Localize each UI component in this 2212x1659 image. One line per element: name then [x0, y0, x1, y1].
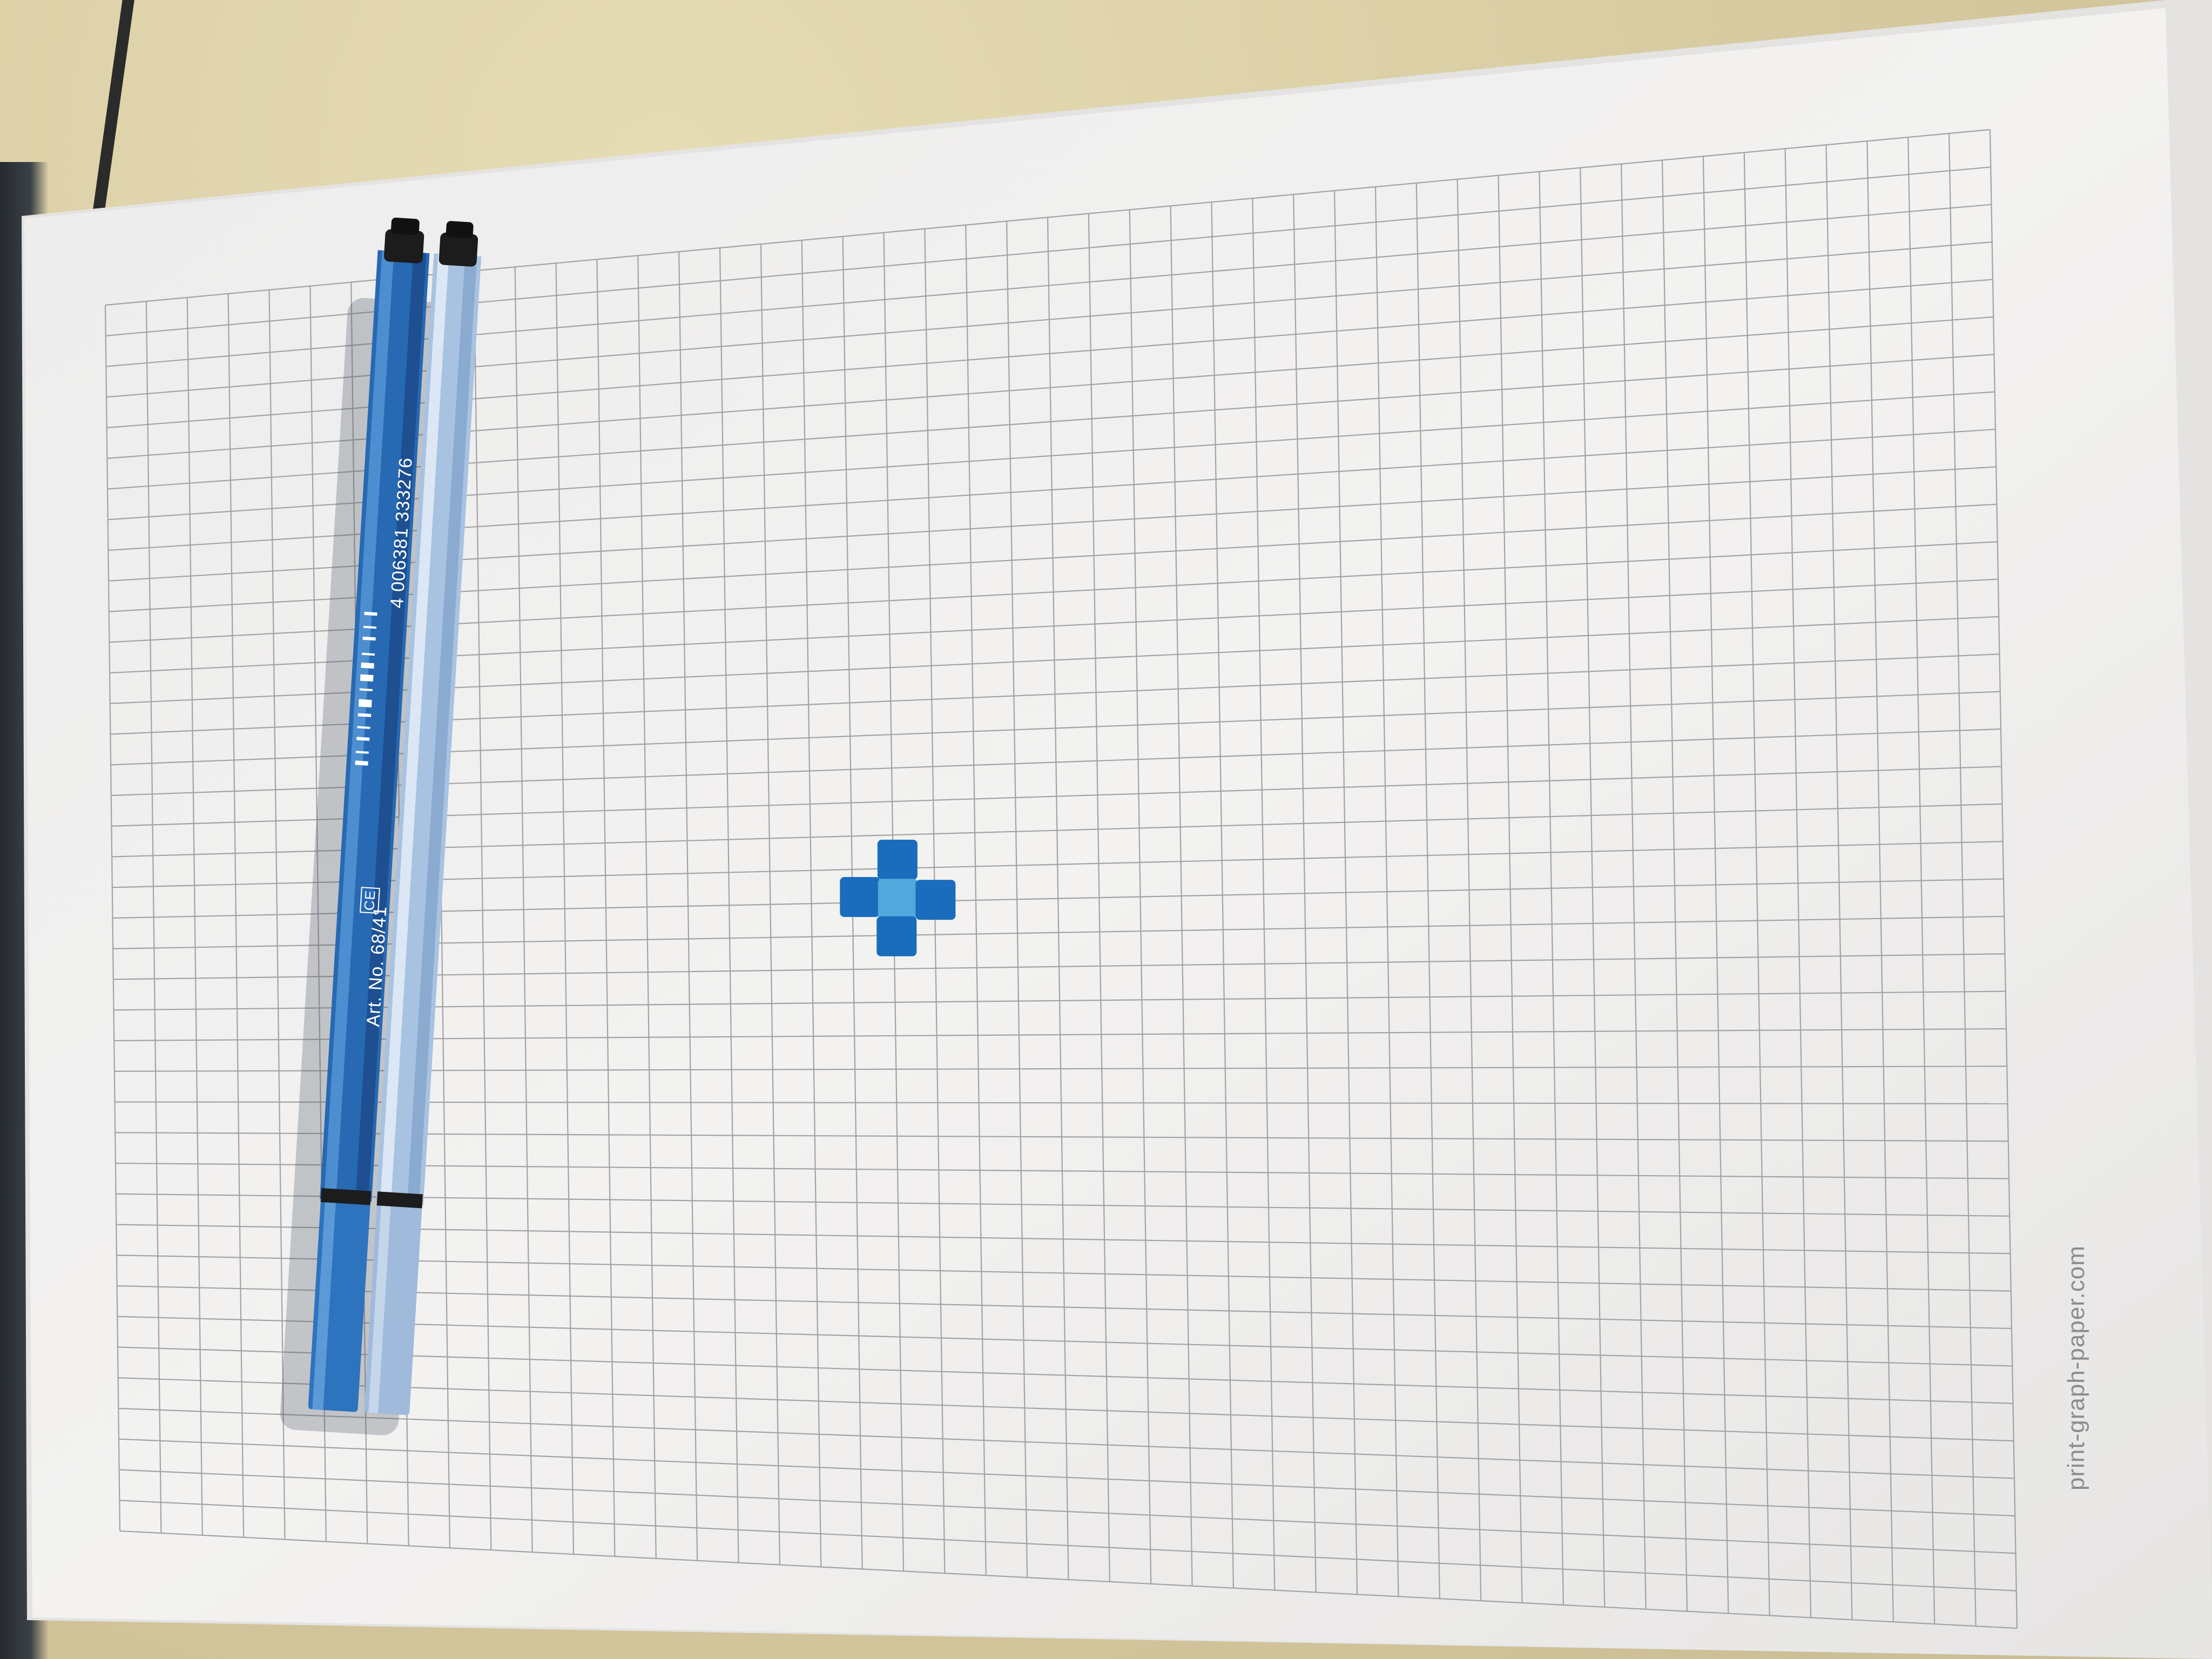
barcode-bar	[360, 675, 374, 682]
barcode-bar	[361, 663, 374, 669]
barcode-bar	[359, 699, 372, 707]
pen-ce-mark: CE	[360, 887, 380, 914]
barcode-bar	[355, 760, 368, 765]
photo-scene: Art. No. 68/41 4 006381 333276 CE print-…	[0, 0, 2212, 1659]
paper-footer-text: print-graph-paper.com	[2063, 1245, 2090, 1491]
pens-group	[0, 0, 2212, 1659]
